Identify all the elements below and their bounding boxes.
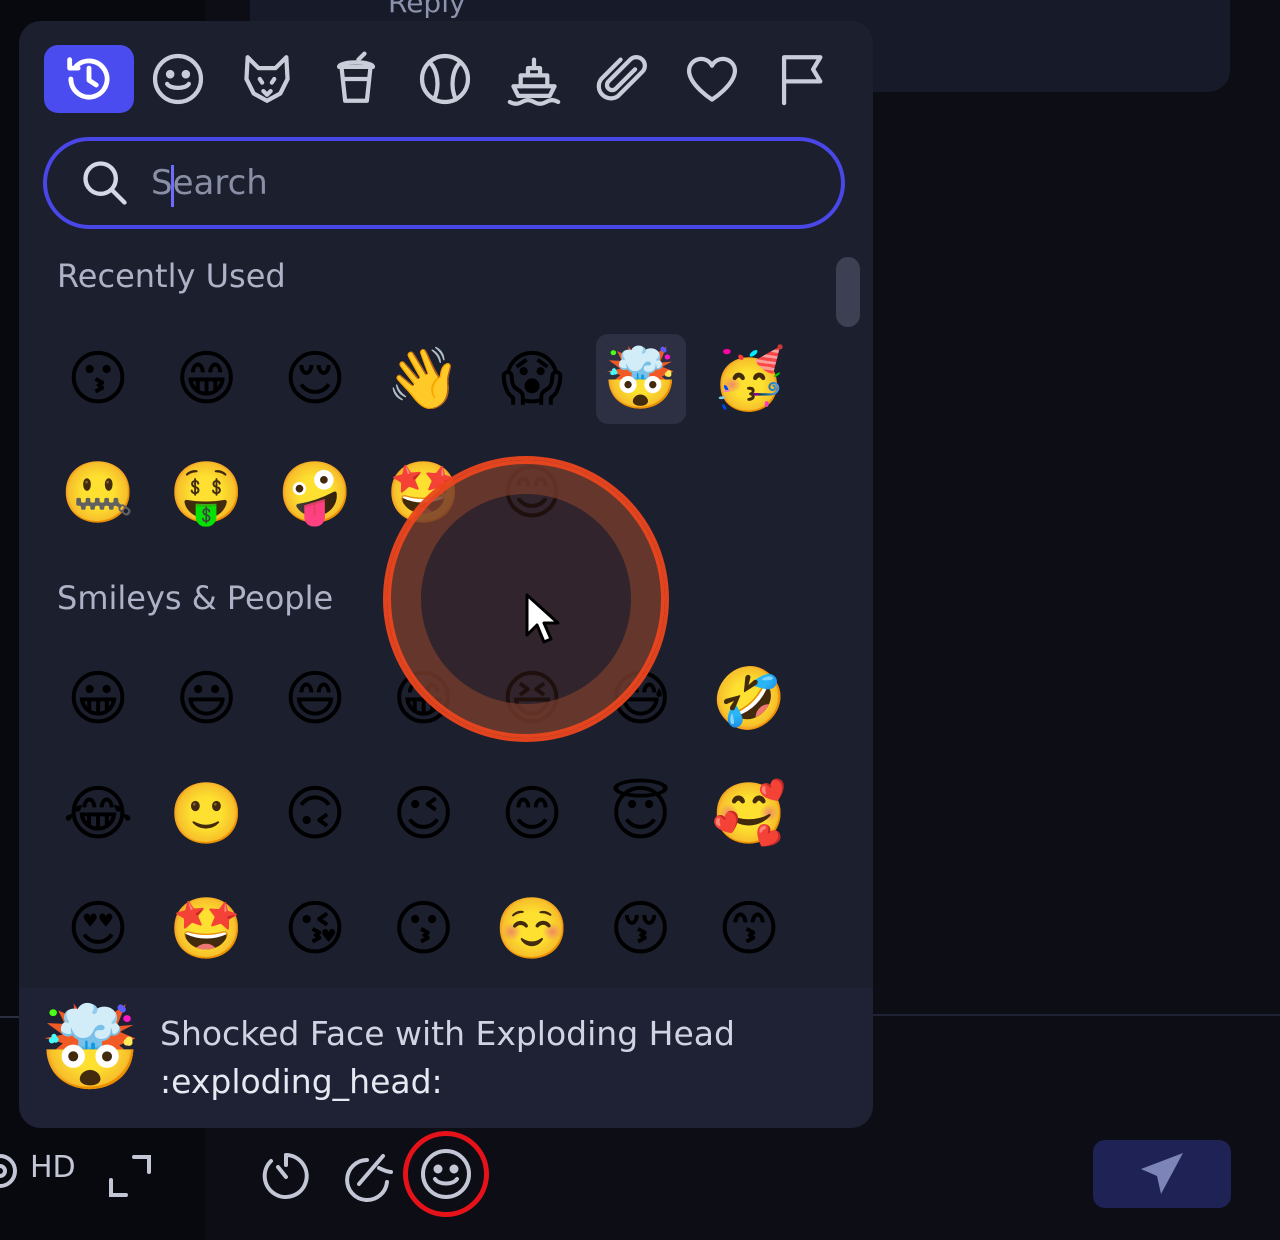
- composer-divider: [873, 1014, 1280, 1016]
- smiley-icon: [152, 53, 204, 105]
- search-input[interactable]: [149, 162, 773, 204]
- tab-symbols[interactable]: [667, 45, 757, 113]
- emoji-preview: 🤯 Shocked Face with Exploding Head :expl…: [19, 988, 873, 1128]
- send-button[interactable]: [1093, 1140, 1231, 1208]
- magic-button[interactable]: [337, 1146, 395, 1204]
- emoji-item[interactable]: 😉: [379, 769, 469, 859]
- emoji-item[interactable]: 🤪: [270, 448, 360, 538]
- tab-activities[interactable]: [400, 45, 490, 113]
- emoji-item[interactable]: 😃: [162, 654, 252, 744]
- timer-button[interactable]: [258, 1148, 314, 1204]
- emoji-item[interactable]: 🤑: [162, 448, 252, 538]
- search-box[interactable]: [43, 137, 845, 229]
- emoji-item[interactable]: 🥰: [704, 769, 794, 859]
- heart-icon: [686, 56, 738, 102]
- paperclip-icon: [596, 55, 647, 101]
- fox-icon: [244, 55, 290, 103]
- reply-label[interactable]: Reply: [388, 0, 466, 19]
- emoji-item[interactable]: 😗: [53, 334, 143, 424]
- tab-objects[interactable]: [578, 45, 668, 113]
- emoji-item[interactable]: 😄: [270, 654, 360, 744]
- left-divider: [0, 1016, 20, 1018]
- emoji-item[interactable]: 🥳: [704, 334, 794, 424]
- emoji-item[interactable]: 😙: [704, 884, 794, 974]
- tab-food[interactable]: [311, 45, 401, 113]
- preview-shortcode: :exploding_head:: [160, 1062, 443, 1101]
- emoji-item[interactable]: 👋: [379, 334, 469, 424]
- fullscreen-button[interactable]: [106, 1152, 154, 1200]
- tab-animals[interactable]: [222, 45, 312, 113]
- settings-icon: [0, 1154, 17, 1188]
- send-icon: [1141, 1153, 1183, 1194]
- emoji-item[interactable]: 😀: [53, 654, 143, 744]
- magic-icon: [345, 1154, 393, 1202]
- clock-history-icon: [67, 57, 110, 100]
- flag-icon: [781, 55, 823, 106]
- section-title-recent: Recently Used: [57, 257, 286, 295]
- preview-name: Shocked Face with Exploding Head: [160, 1014, 735, 1053]
- text-caret: [171, 165, 174, 207]
- emoji-item[interactable]: 🤯: [595, 334, 686, 424]
- ball-icon: [419, 53, 471, 105]
- emoji-item[interactable]: 😁: [162, 334, 252, 424]
- emoji-item[interactable]: 🤣: [704, 654, 794, 744]
- section-title-smileys: Smileys & People: [57, 579, 334, 617]
- mouse-cursor-icon: [525, 593, 560, 644]
- emoji-item[interactable]: 🤩: [162, 884, 252, 974]
- emoji-item[interactable]: 🤐: [53, 448, 143, 538]
- emoji-item[interactable]: 😌: [270, 334, 360, 424]
- ship-icon: [507, 57, 561, 106]
- emoji-item[interactable]: 😍: [53, 884, 143, 974]
- emoji-item[interactable]: 🙃: [270, 769, 360, 859]
- emoji-item[interactable]: 😇: [596, 769, 686, 859]
- settings-button[interactable]: [0, 1146, 22, 1196]
- tab-smileys[interactable]: [133, 45, 223, 113]
- cup-icon: [336, 51, 376, 103]
- emoji-item[interactable]: ☺️: [487, 884, 577, 974]
- tab-recent[interactable]: [44, 45, 134, 113]
- emoji-item[interactable]: 😂: [53, 769, 143, 859]
- emoji-item[interactable]: 😚: [596, 884, 686, 974]
- tab-flags[interactable]: [756, 45, 846, 113]
- emoji-item[interactable]: 😗: [379, 884, 469, 974]
- highlight-ring: [403, 1131, 489, 1217]
- search-icon: [83, 161, 127, 205]
- hd-toggle[interactable]: HD: [30, 1150, 76, 1185]
- emoji-item[interactable]: 😱: [487, 334, 577, 424]
- emoji-item[interactable]: 😊: [487, 769, 577, 859]
- tab-travel[interactable]: [489, 45, 579, 113]
- fullscreen-icon: [109, 1155, 151, 1197]
- scrollbar-thumb[interactable]: [836, 257, 860, 327]
- preview-emoji: 🤯: [39, 1001, 142, 1096]
- timer-icon: [262, 1153, 309, 1199]
- emoji-item[interactable]: 🙂: [162, 769, 252, 859]
- emoji-item[interactable]: 😘: [270, 884, 360, 974]
- category-tabs: [19, 21, 873, 141]
